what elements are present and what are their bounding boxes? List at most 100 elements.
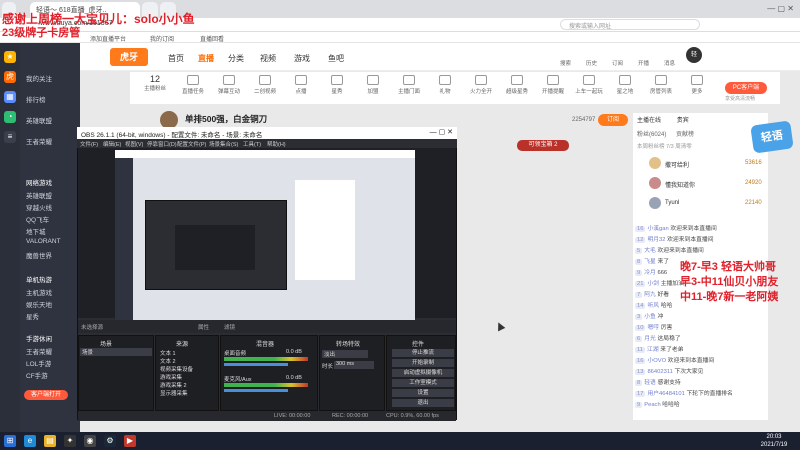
chat-message[interactable]: 3 小鱼 冲 bbox=[635, 311, 765, 320]
sidebar-item[interactable]: 王者荣耀 bbox=[26, 346, 52, 356]
folder-icon[interactable]: ▤ bbox=[44, 435, 56, 447]
source-item[interactable]: 游戏采集 bbox=[160, 373, 182, 381]
header-search[interactable]: 搜索 bbox=[560, 59, 571, 67]
tool-item[interactable]: 主播门面 bbox=[394, 72, 424, 95]
transition-select[interactable]: 淡出 bbox=[322, 350, 368, 358]
header-subscribe[interactable]: 订阅 bbox=[612, 59, 623, 67]
chat-user[interactable]: 冷月 bbox=[644, 270, 656, 276]
chat-user[interactable]: 阿九 bbox=[644, 292, 656, 298]
sidebar-section[interactable]: 单机热游 bbox=[26, 274, 52, 284]
tab-vip[interactable]: 贵宾 bbox=[677, 118, 689, 124]
rank-row[interactable]: 懂我知道你 24920 bbox=[637, 176, 765, 193]
nav-game[interactable]: 游戏 bbox=[294, 53, 310, 64]
chat-message[interactable]: 11 江湖 来了老弟 bbox=[635, 344, 765, 353]
nav-home[interactable]: 首页 bbox=[168, 53, 184, 64]
sidebar-item[interactable]: VALORANT bbox=[26, 238, 61, 245]
menu-help[interactable]: 帮助(H) bbox=[267, 140, 286, 148]
menu-icon[interactable]: ≡ bbox=[4, 131, 16, 143]
volume-slider[interactable] bbox=[224, 363, 288, 366]
chat-message[interactable]: 6 月光 这局稳了 bbox=[635, 333, 765, 342]
tool-item[interactable]: 礼物 bbox=[430, 72, 460, 95]
tool-item[interactable]: 二创视频 bbox=[250, 72, 280, 95]
scene-item[interactable]: 场景 bbox=[80, 348, 152, 356]
windows-start-icon[interactable]: ⊞ bbox=[4, 435, 16, 447]
chat-user[interactable]: 明月32 bbox=[647, 237, 665, 243]
source-item[interactable]: 文本 1 bbox=[160, 349, 176, 357]
chat-user[interactable]: Peach bbox=[644, 402, 660, 408]
chat-message[interactable]: 16 小溪gan 欢迎来到本直播间 bbox=[635, 223, 765, 232]
chat-user[interactable]: 听风 bbox=[647, 303, 659, 309]
sidebar-item[interactable]: 英雄联盟 bbox=[26, 115, 52, 125]
sidebar-section[interactable]: 手游休闲 bbox=[26, 333, 52, 343]
nav-category[interactable]: 分类 bbox=[228, 53, 244, 64]
header-history[interactable]: 历史 bbox=[586, 59, 597, 67]
app-icon[interactable]: ▶ bbox=[124, 435, 136, 447]
tab-fans[interactable]: 粉丝(6024) bbox=[637, 132, 666, 138]
tool-item[interactable]: 直播任务 bbox=[178, 72, 208, 95]
settings-button[interactable]: 设置 bbox=[392, 389, 454, 397]
exit-button[interactable]: 退出 bbox=[392, 399, 454, 407]
client-open-button[interactable]: 客户端打开 bbox=[24, 390, 68, 400]
tool-item[interactable]: 开播提醒 bbox=[538, 72, 568, 95]
grid-icon[interactable]: ▦ bbox=[4, 91, 16, 103]
filters-button[interactable]: 滤镜 bbox=[224, 323, 235, 331]
chat-message[interactable]: 17 用户46484101 下轮下的直播排名 bbox=[635, 388, 765, 397]
properties-button[interactable]: 属性 bbox=[198, 323, 209, 331]
sidebar-item[interactable]: 我的关注 bbox=[26, 73, 52, 83]
chat-message[interactable]: 8 轻语 感谢支持 bbox=[635, 377, 765, 386]
studio-mode-button[interactable]: 工作室模式 bbox=[392, 379, 454, 387]
tool-item[interactable]: 星之地 bbox=[610, 72, 640, 95]
obs-window-controls[interactable]: — ▢ ✕ bbox=[430, 128, 453, 136]
chat-user[interactable]: 飞星 bbox=[644, 259, 656, 265]
chat-message[interactable]: 9 Peach 哈哈哈 bbox=[635, 399, 765, 408]
sidebar-item[interactable]: QQ飞车 bbox=[26, 214, 49, 224]
menu-scenes[interactable]: 场景集合(S) bbox=[209, 140, 238, 148]
chat-user[interactable]: 用户46484101 bbox=[647, 391, 684, 397]
treasure-box-badge[interactable]: 可领宝箱 2 bbox=[517, 140, 569, 151]
bookmark-item[interactable]: 直播回看 bbox=[200, 34, 224, 43]
obs-preview-canvas[interactable] bbox=[115, 150, 415, 320]
source-item[interactable]: 游戏采集 2 bbox=[160, 381, 187, 389]
tool-item[interactable]: 火力全开 bbox=[466, 72, 496, 95]
sidebar-section[interactable]: 网络游戏 bbox=[26, 177, 52, 187]
stop-streaming-button[interactable]: 停止推流 bbox=[392, 349, 454, 357]
sidebar-item[interactable]: 排行榜 bbox=[26, 94, 46, 104]
virtual-camera-button[interactable]: 启动虚拟摄像机 bbox=[392, 369, 454, 377]
tool-fans-level[interactable]: 12 主播粉丝 bbox=[140, 72, 170, 92]
sidebar-item[interactable]: 主机游戏 bbox=[26, 287, 52, 297]
pc-client-button[interactable]: PC客户端 bbox=[725, 82, 767, 94]
chat-user[interactable]: 小鱼 bbox=[644, 314, 656, 320]
source-item[interactable]: 显示器采集 bbox=[160, 389, 188, 397]
chat-message[interactable]: 5 大毛 欢迎来到本直播间 bbox=[635, 245, 765, 254]
menu-dock[interactable]: 停靠窗口(D) bbox=[147, 140, 177, 148]
obs-icon[interactable]: ◉ bbox=[84, 435, 96, 447]
header-broadcast[interactable]: 开播 bbox=[638, 59, 649, 67]
taskbar-clock[interactable]: 20:03 2021/7/19 bbox=[752, 433, 796, 449]
start-recording-button[interactable]: 开始录制 bbox=[392, 359, 454, 367]
chat-user[interactable]: 小剑 bbox=[647, 281, 659, 287]
nav-video[interactable]: 视频 bbox=[260, 53, 276, 64]
sidebar-item[interactable]: 王者荣耀 bbox=[26, 136, 52, 146]
sidebar-item[interactable]: 地下城 bbox=[26, 226, 46, 236]
tool-item[interactable]: 弹幕互动 bbox=[214, 72, 244, 95]
tab-anchor[interactable]: 主播在线 bbox=[637, 118, 661, 124]
sidebar-item[interactable]: CF手游 bbox=[26, 370, 48, 380]
chat-user[interactable]: 江湖 bbox=[647, 347, 659, 353]
nav-yuba[interactable]: 鱼吧 bbox=[328, 53, 344, 64]
menu-tools[interactable]: 工具(T) bbox=[243, 140, 261, 148]
chat-message[interactable]: 16 小OVO 欢迎来到本直播间 bbox=[635, 355, 765, 364]
chat-message[interactable]: 12 明月32 欢迎来到本直播间 bbox=[635, 234, 765, 243]
header-message[interactable]: 消息 bbox=[664, 59, 675, 67]
sidebar-item[interactable]: 星秀 bbox=[26, 311, 39, 321]
duration-input[interactable]: 300 ms bbox=[334, 361, 374, 369]
chat-message[interactable]: 10 嗯哼 厉害 bbox=[635, 322, 765, 331]
chat-user[interactable]: 大毛 bbox=[644, 248, 656, 254]
sidebar-item[interactable]: 穿越火线 bbox=[26, 202, 52, 212]
bookmark-item[interactable]: 添加直播平台 bbox=[90, 34, 126, 43]
menu-view[interactable]: 视图(V) bbox=[125, 140, 143, 148]
tool-item[interactable]: 星秀 bbox=[322, 72, 352, 95]
steam-icon[interactable]: ⚙ bbox=[104, 435, 116, 447]
chat-user[interactable]: 小溪gan bbox=[647, 226, 668, 232]
tool-item[interactable]: 房管列表 bbox=[646, 72, 676, 95]
rank-row[interactable]: Tyunl 22140 bbox=[637, 196, 765, 213]
